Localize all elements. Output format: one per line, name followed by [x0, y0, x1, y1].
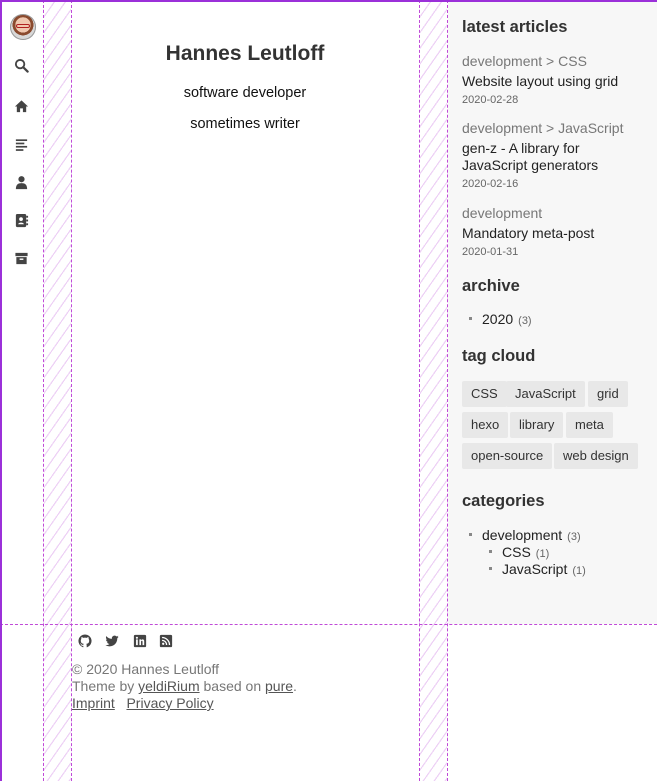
search-icon[interactable] [12, 56, 30, 74]
article-date: 2020-02-16 [462, 178, 519, 190]
imprint-link[interactable]: Imprint [72, 695, 115, 711]
article-title[interactable]: Website layout using grid [462, 73, 649, 90]
tag-hexo[interactable]: hexo [462, 412, 509, 438]
copyright: © 2020 Hannes Leutloff [72, 661, 220, 677]
guide-line-footer [0, 624, 657, 625]
privacy-policy-link[interactable]: Privacy Policy [126, 695, 213, 711]
theme-author-link[interactable]: yeldiRium [138, 678, 199, 694]
subtitle-role: software developer [183, 85, 307, 101]
bullet [469, 532, 472, 536]
avatar[interactable] [10, 14, 36, 40]
category-count: (1) [535, 548, 550, 560]
rss-icon[interactable] [159, 634, 175, 650]
bullet [489, 549, 492, 553]
latest-articles-heading: latest articles [462, 18, 568, 36]
tag-cloud-heading: tag cloud [462, 347, 536, 365]
tag-css[interactable]: CSS [462, 381, 507, 407]
pure-link[interactable]: pure [265, 678, 293, 694]
guide-column-right [419, 0, 448, 781]
article-title[interactable]: Mandatory meta-post [462, 225, 649, 242]
article-item: development > CSS Website layout using g… [462, 53, 649, 106]
guide-column-left [43, 0, 72, 781]
article-category[interactable]: development > CSS [462, 53, 649, 69]
archive-item[interactable]: 2020 (3) [469, 311, 532, 327]
article-date: 2020-02-28 [462, 94, 519, 106]
category-item[interactable]: development (3) [469, 527, 581, 543]
based-on-text: based on [203, 678, 262, 694]
linkedin-icon[interactable] [133, 634, 149, 650]
article-title[interactable]: gen-z - A library for JavaScript generat… [462, 140, 649, 174]
home-icon[interactable] [12, 97, 30, 115]
category-count: (3) [567, 531, 581, 543]
tag-grid[interactable]: grid [588, 381, 628, 407]
article-title-line: gen-z - A library for [462, 140, 580, 156]
article-item: development > JavaScript gen-z - A libra… [462, 120, 649, 190]
category-label[interactable]: JavaScript [502, 561, 567, 577]
archive-year[interactable]: 2020 [482, 311, 513, 327]
period: . [293, 678, 297, 694]
tag-web-design[interactable]: web design [554, 443, 638, 469]
archive-icon[interactable] [12, 249, 30, 267]
tag-library[interactable]: library [510, 412, 564, 438]
theme-prefix: Theme by [72, 678, 135, 694]
category-label[interactable]: development [482, 527, 562, 543]
bullet [469, 316, 472, 320]
articles-icon[interactable] [12, 135, 30, 153]
article-title-line: JavaScript generators [462, 157, 599, 173]
bullet [489, 566, 492, 570]
user-icon[interactable] [12, 173, 30, 191]
subtitle-writer: sometimes writer [190, 116, 300, 132]
tag-open-source[interactable]: open-source [462, 443, 553, 469]
category-label[interactable]: CSS [502, 544, 531, 560]
category-count: (1) [572, 565, 586, 577]
archive-heading: archive [462, 277, 520, 295]
categories-heading: categories [462, 492, 545, 510]
github-icon[interactable] [78, 634, 94, 650]
article-category[interactable]: development > JavaScript [462, 120, 649, 136]
site-title[interactable]: Hannes Leutloff [72, 42, 418, 66]
theme-credit: Theme by yeldiRium based on pure. [72, 678, 297, 694]
archive-count: (3) [518, 315, 532, 327]
sidebar: latest articles development > CSS Websit… [448, 2, 657, 624]
legal-links: Imprint Privacy Policy [72, 695, 214, 711]
tag-javascript[interactable]: JavaScript [506, 381, 585, 407]
category-item[interactable]: JavaScript (1) [489, 561, 586, 577]
side-nav [2, 2, 42, 781]
article-date: 2020-01-31 [462, 246, 519, 258]
twitter-icon[interactable] [105, 634, 121, 650]
article-category[interactable]: development [462, 205, 649, 221]
tag-meta[interactable]: meta [566, 412, 613, 438]
article-item: development Mandatory meta-post 2020-01-… [462, 205, 649, 258]
contact-icon[interactable] [12, 211, 30, 229]
category-item[interactable]: CSS (1) [489, 544, 549, 560]
